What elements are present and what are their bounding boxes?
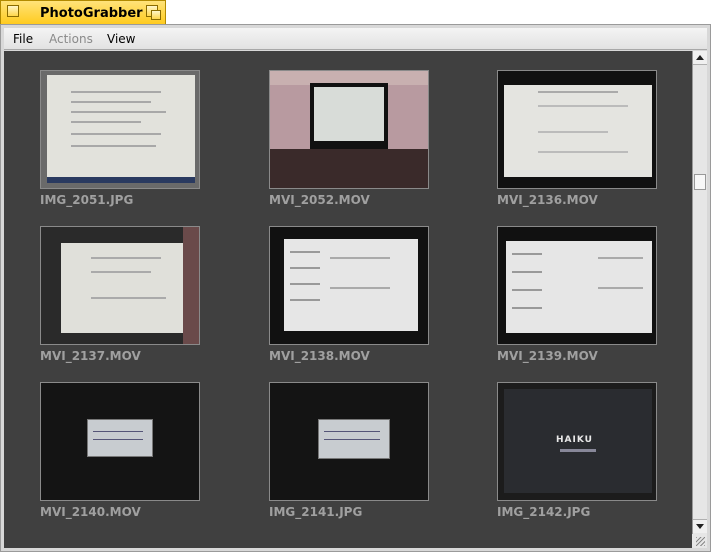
- thumbnail-caption: MVI_2052.MOV: [269, 193, 370, 207]
- window-tab[interactable]: PhotoGrabber: [0, 0, 166, 24]
- scroll-up-arrow-icon[interactable]: [693, 51, 707, 65]
- thumbnail-image[interactable]: [40, 70, 200, 189]
- thumbnail-caption: IMG_2051.JPG: [40, 193, 134, 207]
- thumbnail-caption: MVI_2136.MOV: [497, 193, 598, 207]
- thumbnail-caption: MVI_2139.MOV: [497, 349, 598, 363]
- scroll-thumb[interactable]: [694, 174, 706, 190]
- menu-actions: Actions: [49, 32, 93, 46]
- vertical-scrollbar[interactable]: [692, 51, 707, 548]
- thumbnail-image[interactable]: [40, 382, 200, 501]
- menu-bar: File Actions View: [4, 28, 707, 50]
- thumbnail-caption: MVI_2140.MOV: [40, 505, 141, 519]
- haiku-logo: HAIKU: [556, 435, 593, 445]
- resize-grip-icon[interactable]: [692, 534, 707, 548]
- thumbnail-caption: IMG_2141.JPG: [269, 505, 363, 519]
- window-title: PhotoGrabber: [40, 6, 143, 21]
- thumbnail-image[interactable]: [40, 226, 200, 345]
- thumbnail-image[interactable]: [497, 70, 657, 189]
- thumbnail-image[interactable]: [269, 226, 429, 345]
- thumbnail-caption: MVI_2138.MOV: [269, 349, 370, 363]
- thumbnail-image[interactable]: HAIKU: [497, 382, 657, 501]
- menu-view[interactable]: View: [107, 32, 135, 46]
- thumbnail-image[interactable]: [269, 70, 429, 189]
- thumbnail-caption: MVI_2137.MOV: [40, 349, 141, 363]
- zoom-icon: [151, 10, 161, 20]
- close-button[interactable]: [7, 5, 19, 17]
- thumbnail-caption: IMG_2142.JPG: [497, 505, 591, 519]
- scroll-down-arrow-icon[interactable]: [693, 519, 707, 533]
- thumbnail-image[interactable]: [269, 382, 429, 501]
- menu-file[interactable]: File: [13, 32, 33, 46]
- thumbnail-grid: IMG_2051.JPG MVI_2052.MOV MVI_2136.MOV M…: [4, 51, 692, 548]
- thumbnail-image[interactable]: [497, 226, 657, 345]
